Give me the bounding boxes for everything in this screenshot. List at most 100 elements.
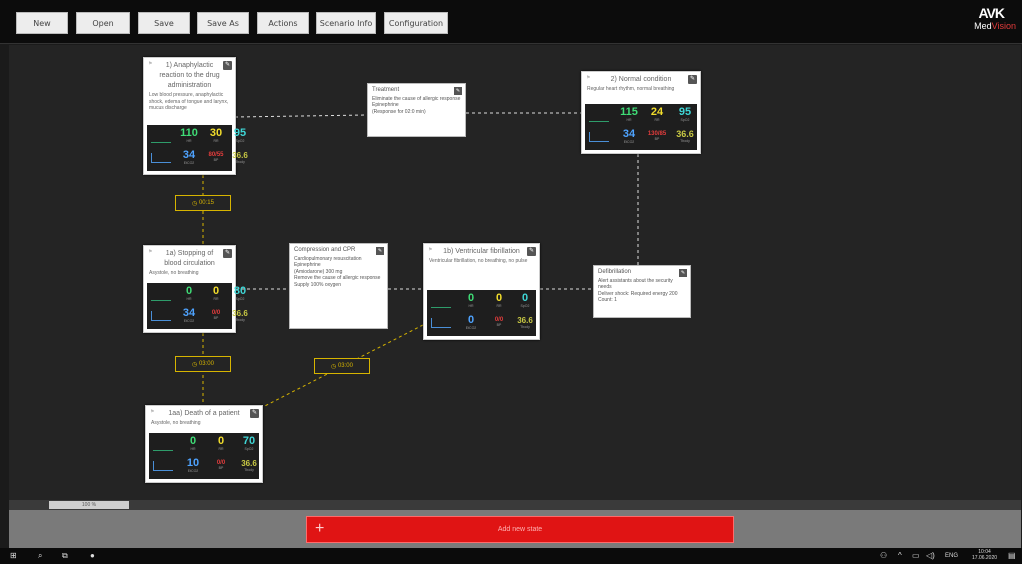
ecg-wave-icon [153,441,173,451]
edit-icon[interactable]: ✎ [223,249,232,258]
action-line: Alert assistants about the security need… [598,277,673,291]
edit-icon[interactable]: ✎ [454,87,462,95]
action-line: Remove the cause of allergic response [294,275,381,281]
pleth-wave-icon [431,318,451,328]
state-title: 1b) Ventricular fibrillation [443,248,520,255]
spo2-value: 70 SpO2 [242,435,256,451]
rr-value: 0 RR [495,292,503,308]
search-icon[interactable]: ⌕ [38,551,42,561]
zoom-level[interactable]: 100 % [49,501,129,509]
bp-value: 80/55 BP [208,152,224,162]
state-card-1[interactable]: ⚑ ✎ 1) Anaphylactic reaction to the drug… [143,57,248,175]
state-title: 1a) Stopping of blood circulation [164,250,215,267]
state-description: Regular heart rhythm, normal breathing [587,86,675,92]
vitals-panel: 0 HR 0 RR 80 SpO2 34 EtCO2 0/0 BP 36.6 Tbody [147,283,248,329]
etco2-value: 34 EtCO2 [182,149,196,165]
etco2-value: 0 EtCO2 [465,314,477,330]
hr-value: 115 HR [620,106,638,122]
hr-value: 0 HR [189,435,197,451]
tray-chevron-icon[interactable]: ^ [898,551,902,560]
bp-value: 130/85 BP [647,131,667,141]
state-card-2[interactable]: ⚑ ✎ 2) Normal condition Regular heart rh… [581,71,701,154]
save-button[interactable]: Save [138,12,190,34]
bp-value: 0/0 BP [494,317,504,327]
people-icon[interactable]: ⚇ [880,551,887,560]
hr-value: 0 HR [185,285,193,301]
etco2-value: 34 EtCO2 [622,128,636,144]
cpr-action-card[interactable]: ✎ Compression and CPR Cardiopulmonary re… [289,243,388,329]
state-card-1b[interactable]: ⚑ ✎ 1b) Ventricular fibrillation Ventric… [423,243,540,340]
spo2-value: 95 SpO2 [233,127,247,143]
action-title: Defibrillation [598,269,632,275]
horizontal-scrollbar[interactable]: 100 % [9,500,1021,510]
action-title: Compression and CPR [294,247,356,253]
state-description: Asystole, no breathing [149,270,199,276]
state-card-1aa[interactable]: ⚑ ✎ 1aa) Death of a patient Asystole, no… [145,405,263,483]
pleth-wave-icon [151,153,171,163]
edit-icon[interactable]: ✎ [688,75,697,84]
open-button[interactable]: Open [76,12,130,34]
clock-icon: ◷ [192,361,199,368]
state-description: Low blood pressure, anaphylactic shock, … [149,92,229,111]
state-description: Ventricular fibrillation, no breathing, … [429,258,528,264]
timer-transition-3[interactable]: ◷ 03:00 [314,358,370,374]
edit-icon[interactable]: ✎ [679,269,687,277]
edit-icon[interactable]: ✎ [250,409,259,418]
windows-taskbar: ⊞ ⌕ ⧉ ● ⚇ ^ ▭ ◁) ENG 10:04 17.06.2020 ▤ [0,548,1022,564]
temp-value: 36.6 Tbody [517,316,533,329]
edit-icon[interactable]: ✎ [527,247,536,256]
rr-value: 24 RR [650,106,664,122]
clock-icon: ◷ [331,363,338,370]
state-card-1a[interactable]: ⚑ ✎ 1a) Stopping of blood circulation As… [143,245,248,333]
notifications-icon[interactable]: ▤ [1008,551,1016,560]
timer-transition-1[interactable]: ◷ 00:15 [175,195,231,211]
configuration-button[interactable]: Configuration [384,12,448,34]
add-new-state-button[interactable]: + Add new state [306,516,734,543]
spo2-value: 95 SpO2 [678,106,692,122]
app-icon[interactable]: ● [90,551,95,560]
vitals-panel: 0 HR 0 RR 70 SpO2 10 EtCO2 0/0 BP 36.6 Tbody [149,433,259,479]
spo2-value: 0 SpO2 [520,292,530,308]
network-icon[interactable]: ▭ [912,551,920,560]
task-view-icon[interactable]: ⧉ [62,551,68,561]
pleth-wave-icon [153,461,173,471]
windows-start-icon[interactable]: ⊞ [10,551,17,560]
treatment-action-card[interactable]: ✎ Treatment Eliminate the cause of aller… [367,83,466,137]
volume-icon[interactable]: ◁) [926,551,935,560]
temp-value: 36.6 Tbody [676,129,694,143]
flag-icon: ⚑ [150,409,155,415]
save-as-button[interactable]: Save As [197,12,249,34]
flag-icon: ⚑ [148,61,153,67]
actions-button[interactable]: Actions [257,12,309,34]
action-title: Treatment [372,87,400,93]
flag-icon: ⚑ [428,247,433,253]
rr-value: 0 RR [212,285,220,301]
add-new-state-label: Add new state [497,526,543,533]
ecg-wave-icon [431,298,451,308]
clock-icon: ◷ [192,200,199,207]
hr-value: 0 HR [467,292,475,308]
new-button[interactable]: New [16,12,68,34]
vitals-panel: 0 HR 0 RR 0 SpO2 0 EtCO2 0/0 BP 36.6 Tbody [427,290,536,336]
top-toolbar: New Open Save Save As Actions Scenario I… [0,0,1022,44]
language-indicator[interactable]: ENG [945,553,958,559]
temp-value: 36.6 Tbody [232,309,248,322]
state-title: 1) Anaphylactic reaction to the drug adm… [159,62,220,89]
scenario-info-button[interactable]: Scenario Info [316,12,376,34]
clock[interactable]: 10:04 17.06.2020 [972,549,997,561]
pleth-wave-icon [151,311,171,321]
vitals-panel: 115 HR 24 RR 95 SpO2 34 EtCO2 130/85 BP 36.6 T… [585,104,697,150]
app-window: New Open Save Save As Actions Scenario I… [0,0,1022,564]
flag-icon: ⚑ [586,75,591,81]
scenario-canvas[interactable]: ⚑ ✎ 1) Anaphylactic reaction to the drug… [9,45,1021,500]
ecg-wave-icon [151,291,171,301]
flag-icon: ⚑ [148,249,153,255]
etco2-value: 10 EtCO2 [186,457,200,473]
ecg-wave-icon [151,133,171,143]
rr-value: 30 RR [209,127,223,143]
defibrillation-action-card[interactable]: ✎ Defibrillation Alert assistants about … [593,265,691,318]
spo2-value: 80 SpO2 [233,285,247,301]
edit-icon[interactable]: ✎ [223,61,232,70]
timer-transition-2[interactable]: ◷ 03:00 [175,356,231,372]
edit-icon[interactable]: ✎ [376,247,384,255]
